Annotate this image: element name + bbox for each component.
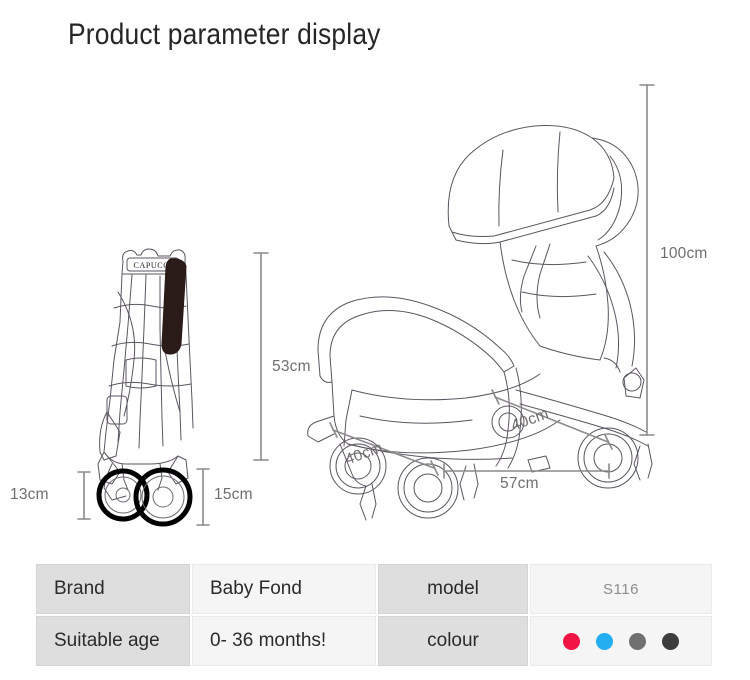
table-row: Brand Baby Fond model S116 — [36, 564, 714, 616]
table-row: Suitable age 0- 36 months! colour — [36, 616, 714, 668]
dimension-label-57cm: 57cm — [500, 475, 539, 492]
colour-swatch-red[interactable] — [563, 632, 580, 650]
colour-swatch-blue[interactable] — [596, 632, 613, 650]
spec-label-brand: Brand — [36, 564, 192, 616]
spec-value-brand: Baby Fond — [192, 564, 378, 616]
spec-value-model: S116 — [530, 564, 714, 616]
folded-rear-wheel — [133, 467, 193, 527]
colour-swatch-list — [530, 632, 712, 650]
colour-swatch-grey[interactable] — [629, 632, 646, 650]
handle-grip — [161, 258, 187, 355]
spec-label-suitable-age: Suitable age — [36, 616, 192, 668]
brand-logo-text: CAPUCCI — [134, 261, 173, 270]
dimension-label-15cm: 15cm — [214, 486, 253, 503]
page-title: Product parameter display — [68, 18, 381, 51]
dimension-label-13cm: 13cm — [10, 486, 49, 503]
spec-value-colour — [530, 616, 714, 668]
product-illustration: CAPUCCI 13cm 15cm 53cm 100cm 40cm 40cm 5… — [0, 60, 750, 530]
colour-swatch-dark-grey[interactable] — [662, 632, 679, 650]
spec-label-model: model — [378, 564, 530, 616]
spec-label-colour: colour — [378, 616, 530, 668]
dimension-label-100cm: 100cm — [660, 245, 708, 262]
dimension-label-53cm: 53cm — [272, 358, 311, 375]
spec-value-suitable-age: 0- 36 months! — [192, 616, 378, 668]
spec-table: Brand Baby Fond model S116 Suitable age … — [36, 564, 714, 668]
